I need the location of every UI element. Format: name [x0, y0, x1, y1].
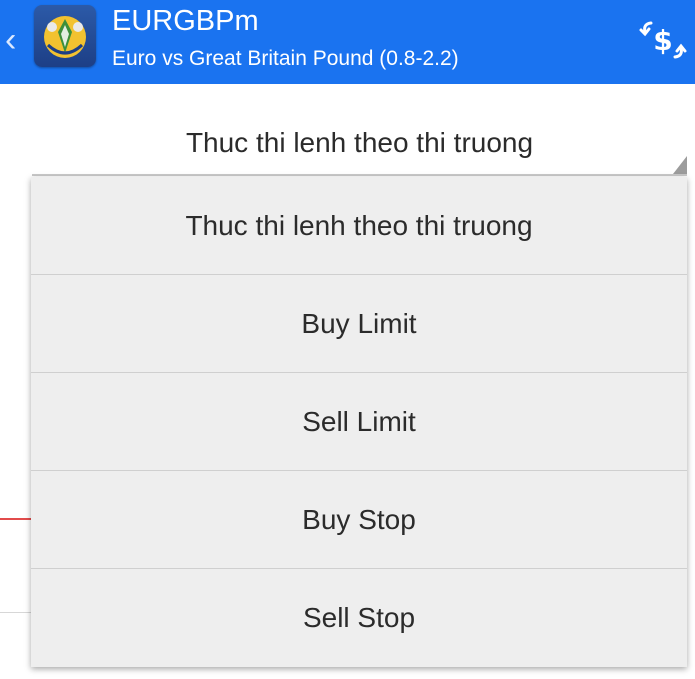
chart-price-line	[0, 518, 32, 520]
order-screen: ‹ EURGBPm Euro vs Great Britain Pound (0…	[0, 0, 695, 679]
symbol-title: EURGBPm	[112, 5, 259, 37]
execution-type-dropdown: Thuc thi lenh theo thi truong Buy Limit …	[31, 177, 687, 667]
svg-text:$: $	[653, 24, 672, 57]
dropdown-item-buy-limit[interactable]: Buy Limit	[31, 275, 687, 373]
spinner-underline	[32, 174, 687, 176]
symbol-description: Euro vs Great Britain Pound (0.8-2.2)	[112, 47, 459, 70]
divider	[0, 612, 32, 613]
chevron-left-icon[interactable]: ‹	[5, 22, 19, 58]
dropdown-item-market-execution[interactable]: Thuc thi lenh theo thi truong	[31, 177, 687, 275]
dropdown-item-sell-limit[interactable]: Sell Limit	[31, 373, 687, 471]
dollar-exchange-icon[interactable]: $	[637, 18, 689, 62]
execution-type-spinner[interactable]: Thuc thi lenh theo thi truong	[32, 120, 687, 174]
metatrader-logo-icon[interactable]	[34, 5, 96, 67]
dropdown-item-sell-stop[interactable]: Sell Stop	[31, 569, 687, 667]
dropdown-item-buy-stop[interactable]: Buy Stop	[31, 471, 687, 569]
spinner-dropdown-indicator-icon	[673, 156, 687, 174]
app-bar: ‹ EURGBPm Euro vs Great Britain Pound (0…	[0, 0, 695, 84]
